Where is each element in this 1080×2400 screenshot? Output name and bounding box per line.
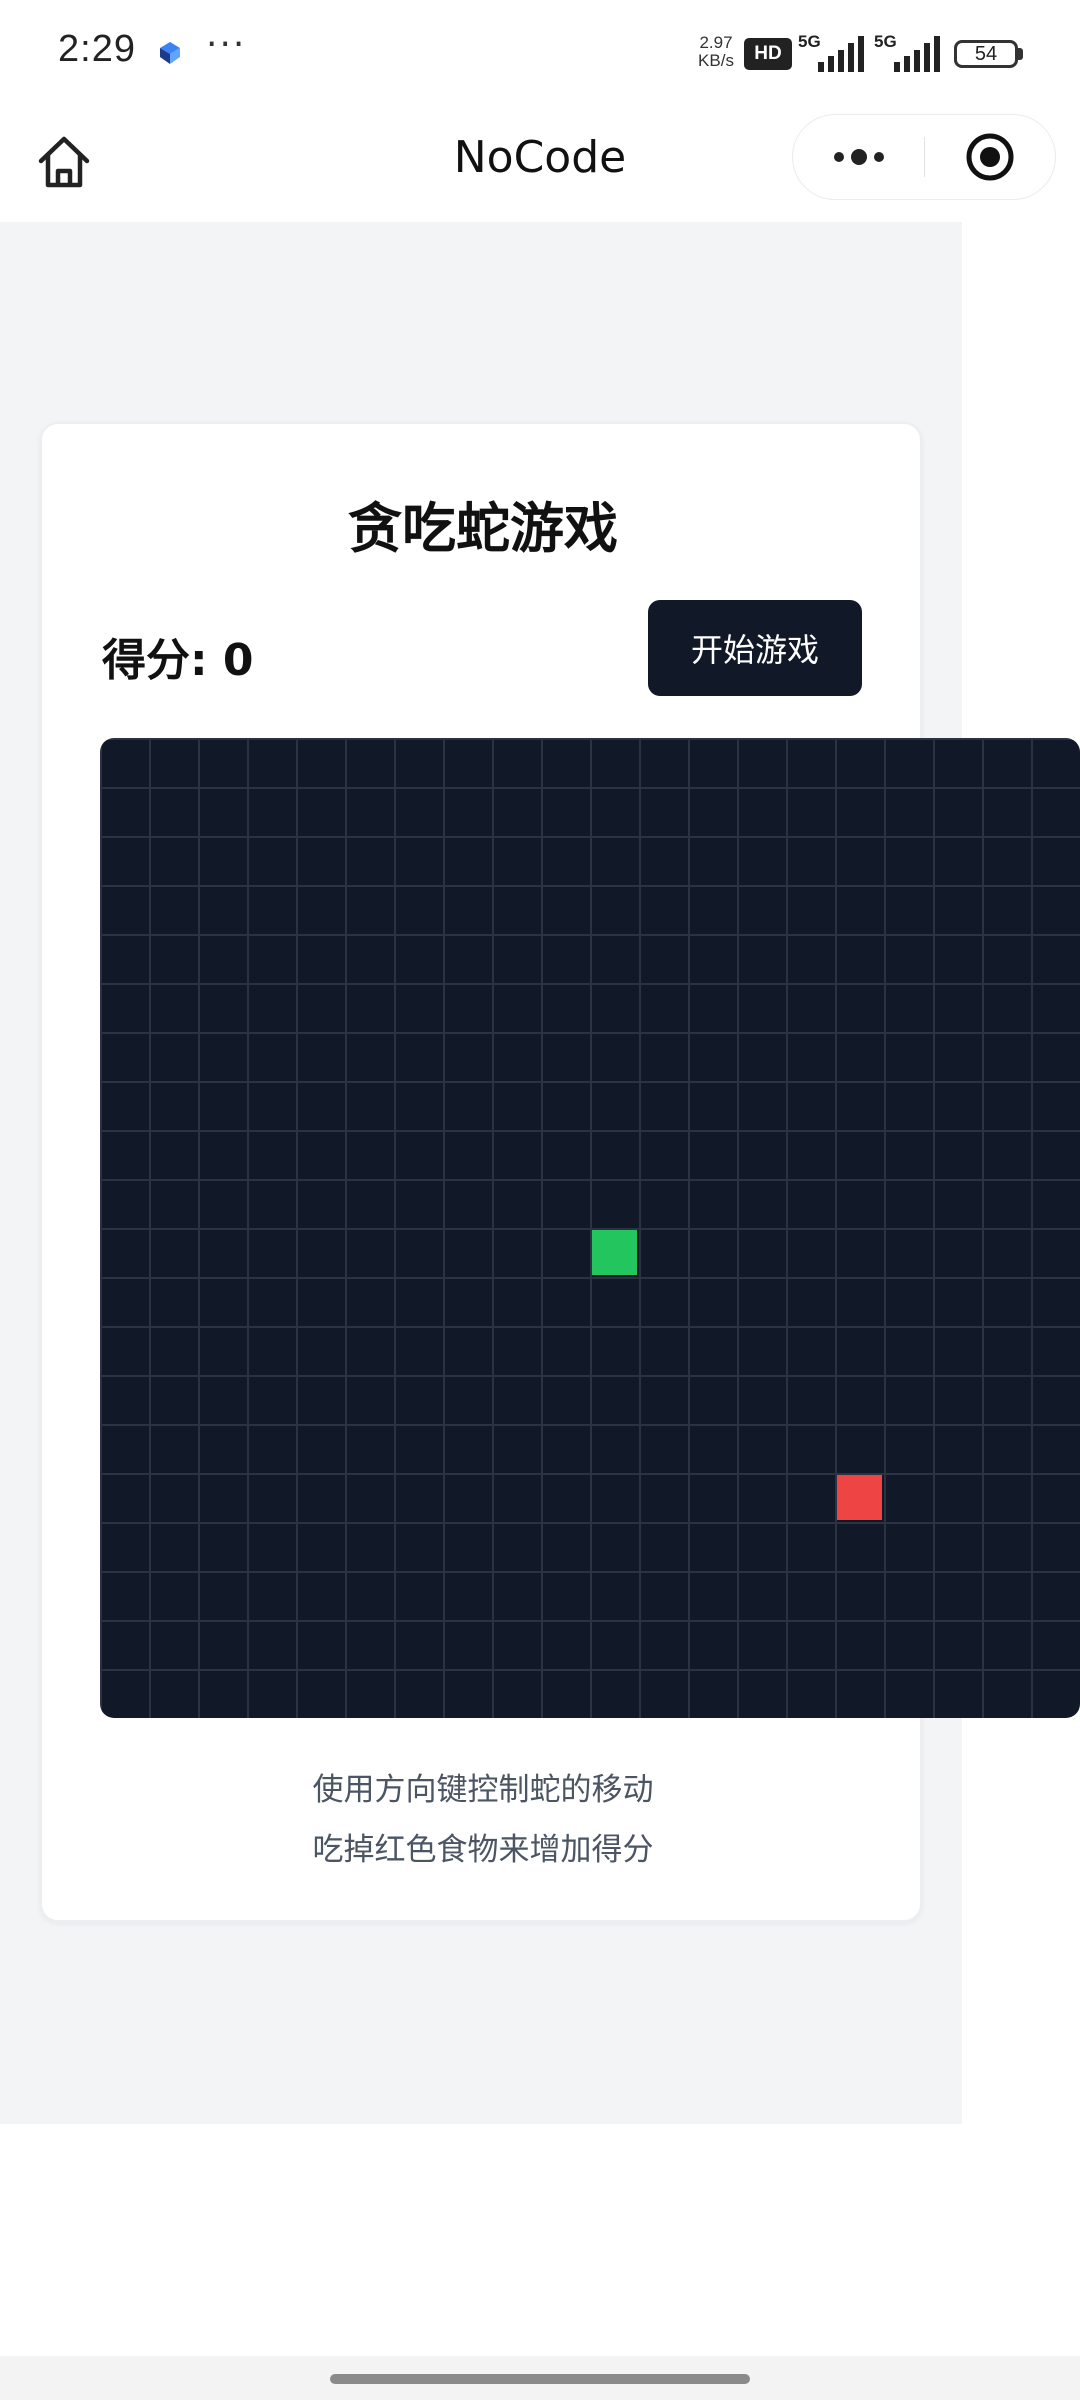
miniprogram-capsule <box>792 114 1056 200</box>
hd-badge: HD <box>744 38 792 70</box>
home-button[interactable] <box>30 128 98 196</box>
signal-bars-icon <box>894 36 940 72</box>
game-board[interactable] <box>100 738 1080 1718</box>
instructions: 使用方向键控制蛇的移动 吃掉红色食物来增加得分 <box>42 1760 924 1880</box>
target-close-icon <box>966 133 1014 181</box>
snake-head <box>592 1230 637 1275</box>
signal-sim2: 5G <box>874 32 944 72</box>
food <box>837 1475 882 1520</box>
score-display: 得分: 0 <box>102 624 254 688</box>
score-label: 得分: <box>102 635 223 686</box>
battery-level: 54 <box>974 43 998 65</box>
status-more-icon: ··· <box>206 24 247 65</box>
signal-sim1: 5G <box>798 32 868 72</box>
battery-tip <box>1018 48 1023 60</box>
network-speed-unit: KB/s <box>698 51 734 70</box>
instruction-line-food: 吃掉红色食物来增加得分 <box>312 1832 654 1868</box>
start-game-button[interactable]: 开始游戏 <box>648 600 862 696</box>
network-speed-value: 2.97 <box>699 33 733 52</box>
network-speed: 2.97 KB/s <box>692 34 740 70</box>
page-title: NoCode <box>453 132 627 183</box>
game-title: 贪吃蛇游戏 <box>348 497 618 560</box>
home-icon <box>38 136 90 188</box>
home-indicator[interactable] <box>330 2374 750 2384</box>
battery-icon: 54 <box>954 40 1018 68</box>
app-notification-icon <box>160 42 180 64</box>
score-value: 0 <box>222 635 254 686</box>
status-bar: 2:29 ··· 2.97 KB/s HD 5G 5G 54 <box>0 0 1080 108</box>
title-bar: NoCode <box>0 108 1080 222</box>
close-button[interactable] <box>925 115 1055 199</box>
signal-bars-icon <box>818 36 864 72</box>
more-button[interactable] <box>793 115 925 199</box>
instruction-line-controls: 使用方向键控制蛇的移动 <box>312 1772 654 1808</box>
more-dots-icon <box>834 149 884 165</box>
status-time: 2:29 <box>58 28 136 70</box>
